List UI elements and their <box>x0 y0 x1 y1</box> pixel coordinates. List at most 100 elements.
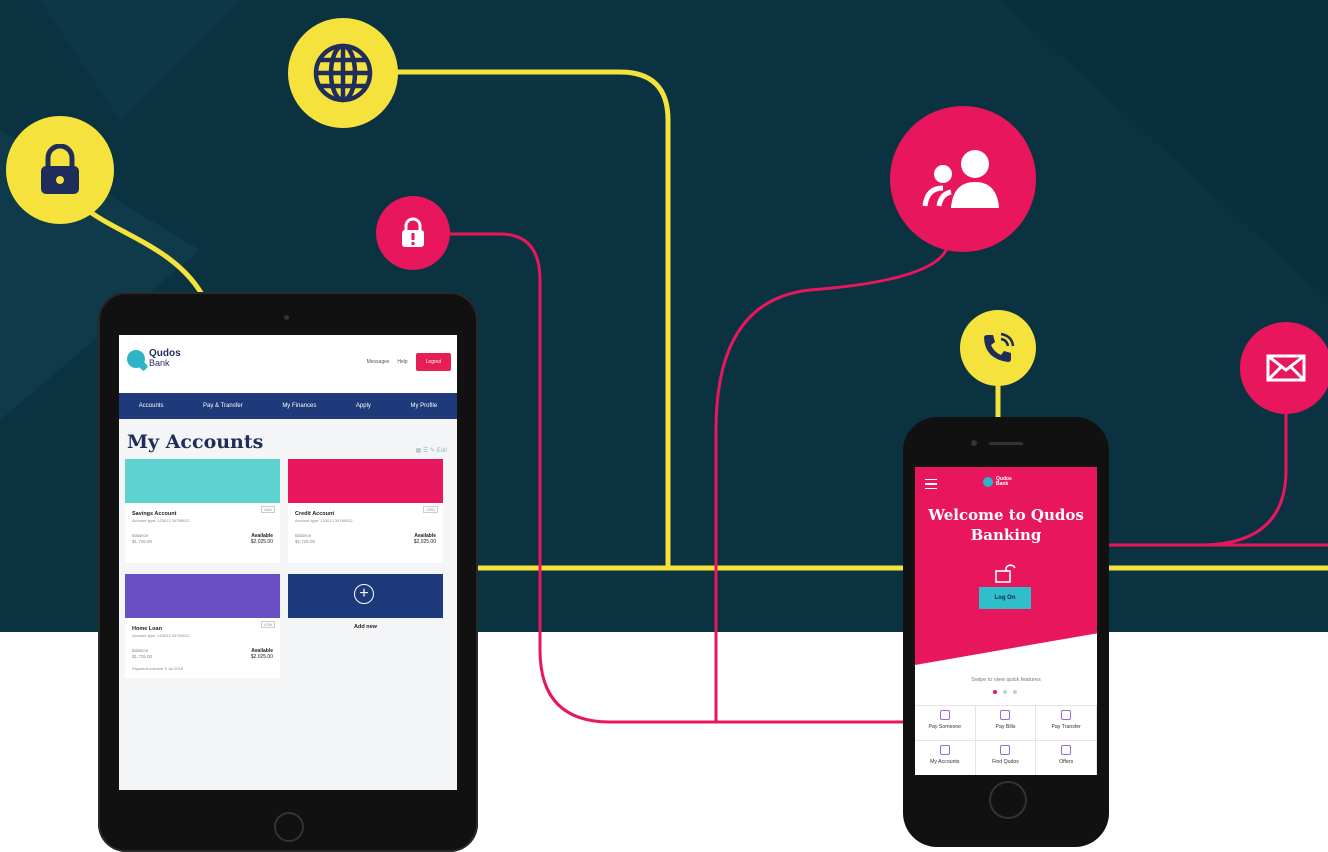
unlock-icon <box>994 562 1016 589</box>
feature-label: Offers <box>1059 759 1074 765</box>
available-value: $2,025.00 <box>413 539 436 545</box>
logout-button[interactable]: Logout <box>415 353 451 371</box>
bill-icon <box>1000 710 1011 720</box>
nav-apply[interactable]: Apply <box>356 403 371 409</box>
hamburger-menu-icon[interactable] <box>925 479 937 489</box>
phone-speaker <box>989 442 1023 445</box>
mail-node <box>1240 322 1328 414</box>
alert-lock-node <box>376 196 450 270</box>
alert-lock-icon <box>400 217 426 249</box>
nav-accounts[interactable]: Accounts <box>139 403 164 409</box>
tablet-screen: Qudos Bank Messages Help Logout Accounts… <box>119 335 457 790</box>
carousel-dots[interactable] <box>993 690 1017 694</box>
account-tag: SAV <box>261 506 275 513</box>
account-tag: CRD <box>423 506 438 513</box>
account-name: Home Loan <box>132 626 162 632</box>
feature-label: Pay Someone <box>928 724 962 730</box>
feature-pay-bills[interactable]: Pay Bills <box>975 705 1037 740</box>
feature-pay-someone[interactable]: Pay Someone <box>915 705 976 740</box>
quick-features-grid: Pay Someone Pay Bills Pay Transfer My Ac… <box>915 705 1097 775</box>
welcome-heading: Welcome to Qudos Banking <box>928 506 1084 544</box>
tablet-header: Qudos Bank Messages Help Logout <box>119 335 457 393</box>
balance: Balance $1,725.00 <box>132 648 152 660</box>
balance-label: Balance <box>295 533 312 538</box>
available: Available $2,025.00 <box>251 533 273 545</box>
help-link[interactable]: Help <box>397 359 407 365</box>
tablet-camera <box>284 315 289 320</box>
phone-home-button <box>989 781 1027 819</box>
tablet-home-button <box>274 812 304 842</box>
phone-call-node <box>960 310 1036 386</box>
globe-icon <box>312 42 374 104</box>
feature-find-qudos[interactable]: Find Qudos <box>975 740 1037 775</box>
mail-icon <box>1266 354 1306 382</box>
transfer-icon <box>1061 710 1072 720</box>
qudos-logo-mark <box>127 349 145 368</box>
account-tag: LON <box>260 621 275 628</box>
log-on-button[interactable]: Log On <box>979 587 1031 609</box>
home-loan-card-banner <box>125 574 280 618</box>
balance-label: Balance <box>132 648 149 653</box>
nav-my-profile[interactable]: My Profile <box>411 403 438 409</box>
account-number: Account type: 123012 34789012 <box>132 518 190 523</box>
edit-label[interactable]: Edit <box>437 448 447 454</box>
account-card-home-loan[interactable]: LON Home Loan Account type: 123012 34789… <box>125 574 280 678</box>
account-name: Savings Account <box>132 511 177 517</box>
phone-camera <box>971 440 977 446</box>
qudos-logo-mark <box>983 477 993 487</box>
available-value: $2,025.00 <box>250 654 273 660</box>
messages-link[interactable]: Messages <box>367 359 390 365</box>
account-name: Credit Account <box>295 511 335 517</box>
feature-label: Pay Transfer <box>1051 724 1081 730</box>
feature-pay-transfer[interactable]: Pay Transfer <box>1036 705 1097 740</box>
lock-icon <box>38 144 82 196</box>
account-card-credit[interactable]: CRD Credit Account Account type: 123012 … <box>288 459 443 563</box>
dot[interactable] <box>1003 690 1007 694</box>
plus-circle-icon[interactable]: + <box>354 584 374 604</box>
phone-qudos-logo[interactable]: Qudos Bank <box>983 477 1012 487</box>
balance: Balance $1,725.00 <box>295 533 315 545</box>
feature-label: Find Qudos <box>992 759 1019 765</box>
phone-call-icon <box>981 331 1015 365</box>
tablet-device: Qudos Bank Messages Help Logout Accounts… <box>98 292 478 852</box>
savings-card-banner <box>125 459 280 503</box>
feature-offers[interactable]: Offers <box>1036 740 1097 775</box>
community-node <box>890 106 1036 252</box>
dot-active[interactable] <box>993 690 997 694</box>
add-new-label: Add new <box>354 624 377 630</box>
qudos-logo[interactable]: Qudos Bank <box>127 349 181 368</box>
dot[interactable] <box>1013 690 1017 694</box>
pink-lines <box>413 232 1328 724</box>
account-card-savings[interactable]: SAV Savings Account Account type: 123012… <box>125 459 280 563</box>
available: Available $2,025.00 <box>251 648 273 660</box>
balance-value: $1,725.00 <box>295 539 316 544</box>
feature-label: Pay Bills <box>995 724 1016 730</box>
available: Available $2,025.00 <box>414 533 436 545</box>
add-new-account-card[interactable]: + Add new <box>288 574 443 674</box>
feature-label: My Accounts <box>930 759 960 765</box>
main-nav: Accounts Pay & Transfer My Finances Appl… <box>119 393 457 419</box>
globe-node <box>288 18 398 128</box>
phone-device: Qudos Bank Welcome to Qudos Banking Log … <box>903 417 1109 847</box>
account-number: Account type: 123012 34789012 <box>132 633 190 638</box>
credit-card-banner <box>288 459 443 503</box>
tag-icon <box>1061 745 1072 755</box>
person-icon <box>939 710 950 720</box>
available-value: $2,025.00 <box>250 539 273 545</box>
location-pin-icon <box>1000 745 1011 755</box>
nav-my-finances[interactable]: My Finances <box>282 403 316 409</box>
payment-note: Payment overdue 5 Jul 2018 <box>132 666 183 671</box>
nav-pay-transfer[interactable]: Pay & Transfer <box>203 403 243 409</box>
phone-screen: Qudos Bank Welcome to Qudos Banking Log … <box>915 467 1097 775</box>
balance: Balance $1,725.00 <box>132 533 152 545</box>
account-number: Account type: 123012 34789012 <box>295 518 353 523</box>
swipe-hint: Swipe to view quick features <box>971 677 1041 683</box>
header-links: Messages Help Logout <box>367 353 451 371</box>
logo-line2: Bank <box>996 481 1009 487</box>
lock-node <box>6 116 114 224</box>
view-tools[interactable]: ▦ ☰ ✎ Edit <box>416 447 447 454</box>
page-title: My Accounts <box>127 431 264 453</box>
feature-my-accounts[interactable]: My Accounts <box>915 740 976 775</box>
balance-label: Balance <box>132 533 149 538</box>
logo-line2: Bank <box>149 358 170 368</box>
